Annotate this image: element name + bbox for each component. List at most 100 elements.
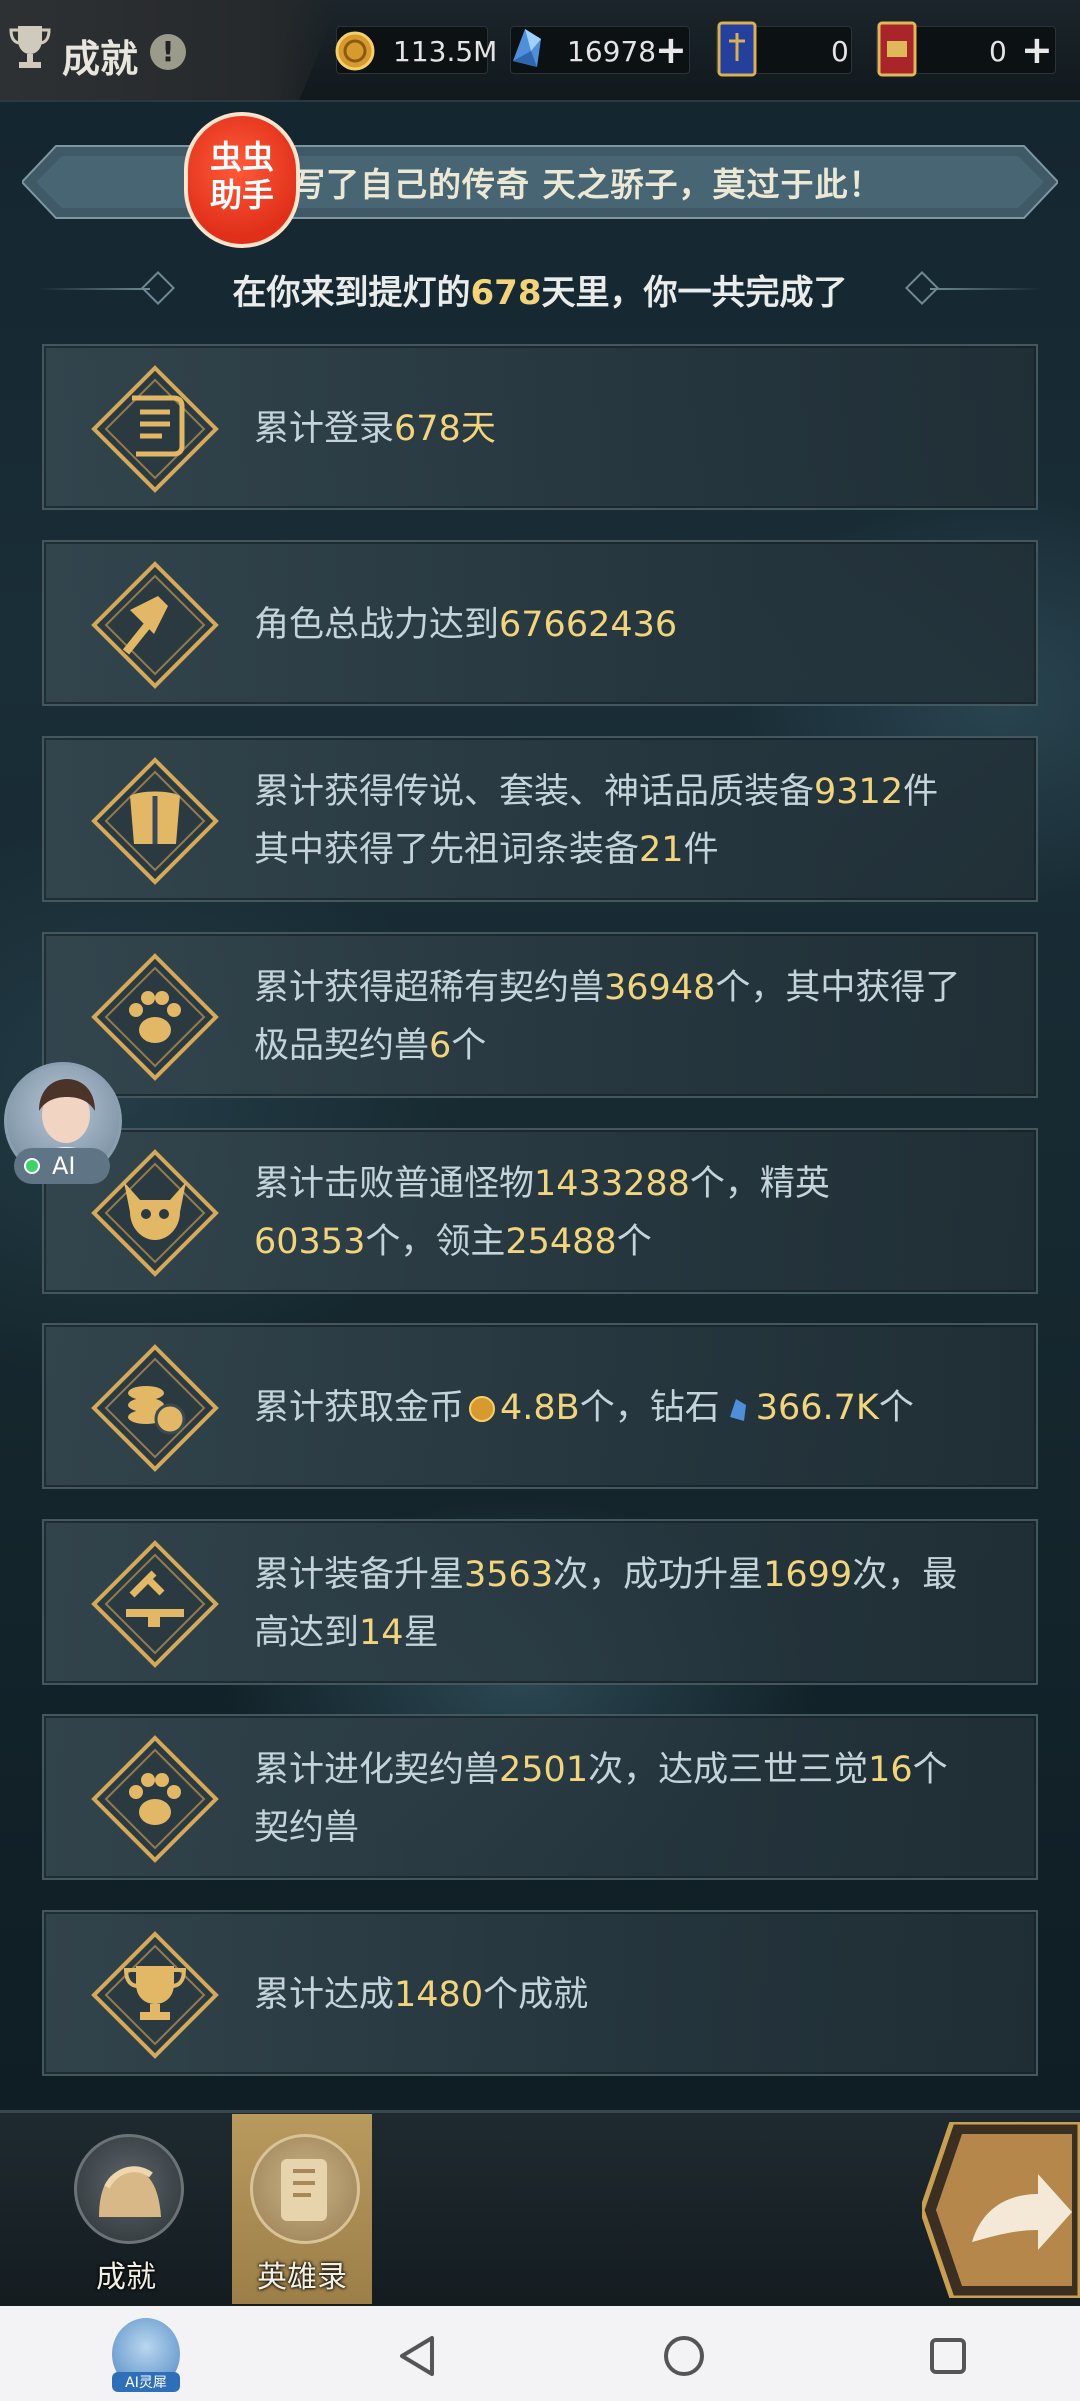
red-card-resource: 0 +	[876, 21, 1056, 77]
achievement-card: 累计登录678天	[42, 344, 1038, 510]
achievement-card: 累计获得传说、套装、神话品质装备9312件 其中获得了先祖词条装备21件	[42, 736, 1038, 902]
top-bar: 成就 ! 113.5M 16978 + 0 0 +	[0, 0, 1080, 102]
achievement-label: 累计达成	[254, 1975, 395, 2015]
achievement-text: 角色总战力达到67662436	[254, 542, 1024, 708]
achievement-value: 9312	[814, 772, 904, 812]
blue-card-icon	[717, 21, 757, 77]
achievement-card: 累计获取金币 4.8B个，钻石 366.7K个	[42, 1323, 1038, 1489]
achievement-card: 角色总战力达到67662436	[42, 540, 1038, 706]
achievement-card: 累计击败普通怪物1433288个，精英 60353个，领主25488个	[42, 1128, 1038, 1294]
summary-heading: 在你来到提灯的678天里，你一共完成了	[0, 265, 1080, 314]
achievement-text: 累计登录678天	[254, 346, 1024, 512]
achievement-value: 3563	[464, 1555, 554, 1595]
achievement-label: 累计获得超稀有契约兽	[254, 968, 605, 1008]
achievement-label: 累计获得传说、套装、神话品质装备	[254, 772, 815, 812]
home-icon[interactable]	[662, 2334, 706, 2378]
scroll-icon	[91, 365, 219, 493]
red-card-amount: 0	[989, 35, 1007, 68]
paw-icon	[91, 953, 219, 1081]
achievement-card: 累计装备升星3563次，成功升星1699次，最高达到14星	[42, 1519, 1038, 1685]
achievement-label: 个成就	[483, 1975, 589, 2015]
achievement-label: 个	[912, 1750, 948, 1790]
summary-days: 678	[470, 273, 542, 313]
achievement-label: 个	[616, 1222, 652, 1262]
achievement-text: 累计达成1480个成就	[254, 1912, 1024, 2078]
achievement-value: 366.7K	[755, 1388, 879, 1428]
anvil-icon	[91, 1540, 219, 1668]
achievement-label: 累计装备升星	[254, 1555, 465, 1595]
achievement-value: 36948	[604, 968, 716, 1008]
tab-hero-records-icon-frame	[250, 2134, 360, 2244]
gold-resource: 113.5M	[335, 26, 497, 74]
achievement-label: 累计击败普通怪物	[254, 1164, 535, 1204]
achievement-label: 极品契约兽	[254, 1026, 430, 1066]
achievement-label: 次，成功升星	[553, 1555, 764, 1595]
recents-icon[interactable]	[928, 2336, 968, 2376]
achievement-label: 累计获取金币	[254, 1388, 465, 1428]
achievement-value: 14	[359, 1613, 404, 1653]
armor-icon	[91, 757, 219, 885]
hat-icon	[99, 2166, 161, 2217]
achievement-value: 16	[868, 1750, 913, 1790]
achievement-label: 个	[451, 1026, 487, 1066]
trophy-icon	[91, 1931, 219, 2059]
chongchong-assistant-badge[interactable]: 虫虫 助手	[184, 112, 300, 248]
gold-coin-icon	[468, 1383, 496, 1422]
achievement-label: 个，其中获得了	[715, 968, 961, 1008]
achievement-label: 次，最	[852, 1555, 958, 1595]
achievement-value: 60353	[254, 1222, 366, 1262]
achievement-value: 678天	[394, 409, 496, 449]
achievement-label: 个，领主	[365, 1222, 506, 1262]
achievement-label: 次，达成三世三觉	[588, 1750, 869, 1790]
badge-line2: 助手	[209, 176, 274, 214]
add-red-card-button[interactable]: +	[1021, 31, 1053, 69]
diamond-amount: 16978	[567, 35, 657, 68]
achievement-label: 高达到	[254, 1613, 360, 1653]
scroll-book-icon	[281, 2159, 327, 2221]
achievement-label: 件	[683, 830, 719, 870]
red-card-icon	[877, 21, 917, 77]
tab-hero-records-label: 英雄录	[257, 2260, 347, 2295]
blue-card-amount: 0	[831, 35, 849, 68]
achievement-label: 其中获得了先祖词条装备	[254, 830, 640, 870]
ai-assistant-nav-label: AI灵犀	[112, 2372, 180, 2392]
achievement-label: 个，钻石	[579, 1388, 720, 1428]
blue-card-resource: 0	[716, 21, 852, 77]
add-diamond-button[interactable]: +	[655, 31, 687, 69]
diamond-icon	[513, 29, 541, 67]
summary-prefix: 在你来到提灯的	[232, 273, 471, 313]
page-title: 成就	[62, 37, 139, 81]
tab-hero-records[interactable]: 英雄录	[232, 2114, 372, 2304]
achievement-text: 累计获得超稀有契约兽36948个，其中获得了极品契约兽6个	[254, 934, 1024, 1100]
achievement-text: 累计进化契约兽2501次，达成三世三觉16个契约兽	[254, 1716, 1024, 1882]
achievement-card: 累计达成1480个成就	[42, 1910, 1038, 2076]
achievement-value: 1433288	[534, 1164, 690, 1204]
tab-achievements[interactable]: 成就	[56, 2114, 196, 2304]
hammer-icon	[91, 561, 219, 689]
online-status-dot	[24, 1158, 40, 1174]
achievement-label: 累计登录	[254, 409, 395, 449]
achievement-label: 角色总战力达到	[254, 605, 500, 645]
achievement-value: 67662436	[499, 605, 678, 645]
info-icon[interactable]: !	[150, 34, 186, 70]
tab-achievements-label: 成就	[96, 2260, 156, 2295]
diamond-icon	[724, 1383, 752, 1421]
diamond-resource: 16978 +	[510, 26, 690, 74]
achievement-value: 1699	[763, 1555, 853, 1595]
tab-achievements-icon-frame	[74, 2134, 184, 2244]
achievement-label: 星	[403, 1613, 439, 1653]
achievement-value: 25488	[505, 1222, 617, 1262]
trophy-icon	[9, 26, 51, 68]
achievement-value: 6	[429, 1026, 452, 1066]
achievement-value: 2501	[499, 1750, 589, 1790]
achievement-value: 4.8B	[500, 1388, 580, 1428]
back-icon[interactable]	[396, 2334, 440, 2378]
achievement-text: 累计击败普通怪物1433288个，精英 60353个，领主25488个	[254, 1130, 1024, 1296]
achievement-label: 个	[878, 1388, 914, 1428]
title-area: 成就 !	[0, 0, 340, 100]
achievement-label: 累计进化契约兽	[254, 1750, 500, 1790]
achievement-label: 契约兽	[254, 1808, 360, 1848]
gold-coin-icon	[335, 31, 375, 71]
summary-suffix: 天里，你一共完成了	[541, 273, 848, 313]
next-arrow-button[interactable]	[922, 2122, 1080, 2298]
